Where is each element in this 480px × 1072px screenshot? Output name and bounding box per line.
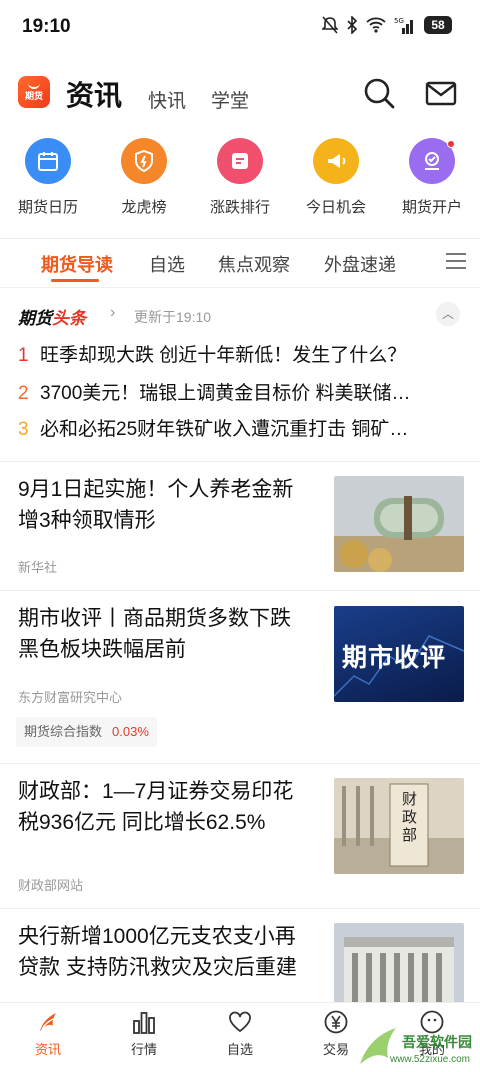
headline-item[interactable]: 1 旺季却现大跌 创近十年新低！发生了什么？ [18, 340, 456, 367]
news-source: 财政部网站 [18, 878, 84, 893]
index-name: 期货综合指数 [24, 724, 103, 739]
tab-academy[interactable]: 学堂 [211, 86, 249, 113]
index-change: 0.03% [112, 724, 149, 739]
tab-watchlist[interactable]: 自选 [149, 251, 185, 277]
news-title: 财政部：1—7月证券交易印花税936亿元 同比增长62.5% [18, 780, 294, 834]
status-bar: 19:10 5G 58 [0, 0, 480, 56]
nav-market[interactable]: 行情 [104, 1009, 184, 1058]
quick-dragon-tiger-list[interactable]: 龙虎榜 [96, 138, 192, 238]
headline-text: 旺季却现大跌 创近十年新低！发生了什么？ [40, 345, 407, 366]
headlines-panel: 期货头条 › 更新于19:10 ︿ 1 旺季却现大跌 创近十年新低！发生了什么？ … [0, 296, 480, 456]
app-header: 期货 资讯 快讯 学堂 [0, 62, 480, 126]
quick-label: 期货开户 [401, 199, 462, 216]
news-thumbnail: 期市收评 [334, 606, 464, 702]
tab-futures-guide[interactable]: 期货导读 [41, 251, 113, 277]
tab-focus[interactable]: 焦点观察 [218, 251, 290, 277]
thumbnail-caption: 期市收评 [342, 644, 447, 672]
news-thumbnail [334, 476, 464, 572]
quick-label: 今日机会 [305, 199, 366, 216]
news-title: 央行新增1000亿元支农支小再贷款 支持防汛救灾及灾后重建 [18, 925, 297, 979]
news-source: 新华社 [18, 560, 58, 575]
headline-rank: 3 [18, 419, 29, 440]
tab-overseas[interactable]: 外盘速递 [324, 251, 396, 277]
battery-indicator: 58 [424, 16, 452, 34]
quick-label: 涨跌排行 [209, 199, 270, 216]
quick-label: 期货日历 [17, 199, 78, 216]
megaphone-icon [313, 138, 359, 184]
list-card-icon [217, 138, 263, 184]
thumbnail-caption: 财政部 [402, 790, 418, 844]
lightning-badge-icon [121, 138, 167, 184]
brand-part-a: 期货 [18, 309, 52, 328]
quick-rise-fall-ranking[interactable]: 涨跌排行 [192, 138, 288, 238]
wifi-icon [366, 17, 386, 33]
quick-futures-calendar[interactable]: 期货日历 [0, 138, 96, 238]
nav-label: 自选 [226, 1042, 253, 1057]
quick-open-account[interactable]: 期货开户 [384, 138, 480, 238]
status-icons: 5G 58 [322, 16, 452, 34]
news-item[interactable]: 财政部：1—7月证券交易印花税936亿元 同比增长62.5% 财政部网站 财政部 [0, 764, 480, 908]
news-thumbnail [334, 923, 464, 1002]
collapse-icon[interactable]: ︿ [436, 302, 460, 326]
news-thumbnail: 财政部 [334, 778, 464, 874]
nav-watchlist[interactable]: 自选 [200, 1009, 280, 1058]
news-item[interactable]: 央行新增1000亿元支农支小再贷款 支持防汛救灾及灾后重建 [0, 909, 480, 1002]
svg-text:5G: 5G [394, 17, 404, 25]
nav-label: 资讯 [34, 1042, 61, 1057]
chevron-right-icon[interactable]: › [110, 304, 115, 322]
headline-text: 3700美元！瑞银上调黄金目标价 料美联储… [40, 383, 411, 404]
headline-rank: 1 [18, 345, 29, 366]
yuan-coin-icon [324, 1010, 348, 1034]
bluetooth-icon [347, 16, 358, 34]
watermark-url: www.52zixue.com [389, 1054, 470, 1065]
watermark-text: 吾爱软件园 [402, 1034, 472, 1050]
signal-icon: 5G [394, 17, 413, 34]
news-item[interactable]: 9月1日起实施！个人养老金新增3种领取情形 新华社 [0, 462, 480, 590]
page-title: 资讯 [66, 80, 123, 111]
mute-icon [322, 16, 338, 34]
nav-news[interactable]: 资讯 [8, 1009, 88, 1058]
headline-rank: 2 [18, 383, 29, 404]
news-title: 期市收评丨商品期货多数下跌 黑色板块跌幅居前 [18, 607, 291, 661]
search-icon[interactable] [362, 76, 396, 110]
heart-icon [229, 1011, 251, 1033]
bar-chart-icon [133, 1012, 155, 1034]
active-tab-indicator [51, 279, 99, 282]
quick-today-opportunity[interactable]: 今日机会 [288, 138, 384, 238]
nav-label: 行情 [130, 1042, 157, 1057]
status-time: 19:10 [22, 16, 71, 37]
menu-icon[interactable] [446, 253, 466, 271]
news-title: 9月1日起实施！个人养老金新增3种领取情形 [18, 478, 294, 532]
quick-label: 龙虎榜 [121, 199, 167, 216]
notification-dot [447, 140, 455, 148]
news-source: 东方财富研究中心 [18, 690, 123, 705]
headline-item[interactable]: 2 3700美元！瑞银上调黄金目标价 料美联储… [18, 378, 456, 405]
news-item[interactable]: 期市收评丨商品期货多数下跌 黑色板块跌幅居前 东方财富研究中心 期市收评 期货综… [0, 591, 480, 763]
headlines-brand[interactable]: 期货头条 [18, 304, 86, 329]
index-tag[interactable]: 期货综合指数 0.03% [16, 717, 157, 747]
brand-part-b: 头条 [52, 309, 86, 328]
section-tabs: 期货导读 自选 焦点观察 外盘速递 [0, 238, 480, 288]
quick-actions: 期货日历 龙虎榜 涨跌排行 今日机会 期货开户 [0, 138, 480, 238]
calendar-icon [25, 138, 71, 184]
app-logo: 期货 [18, 76, 50, 108]
headline-item[interactable]: 3 必和必拓25财年铁矿收入遭沉重打击 铜矿… [18, 414, 456, 441]
headline-text: 必和必拓25财年铁矿收入遭沉重打击 铜矿… [40, 419, 409, 440]
news-flame-icon [40, 1013, 56, 1031]
mail-icon[interactable] [424, 76, 458, 110]
updated-time: 更新于19:10 [134, 309, 212, 325]
tab-flash-news[interactable]: 快讯 [148, 86, 186, 113]
account-icon [409, 138, 455, 184]
